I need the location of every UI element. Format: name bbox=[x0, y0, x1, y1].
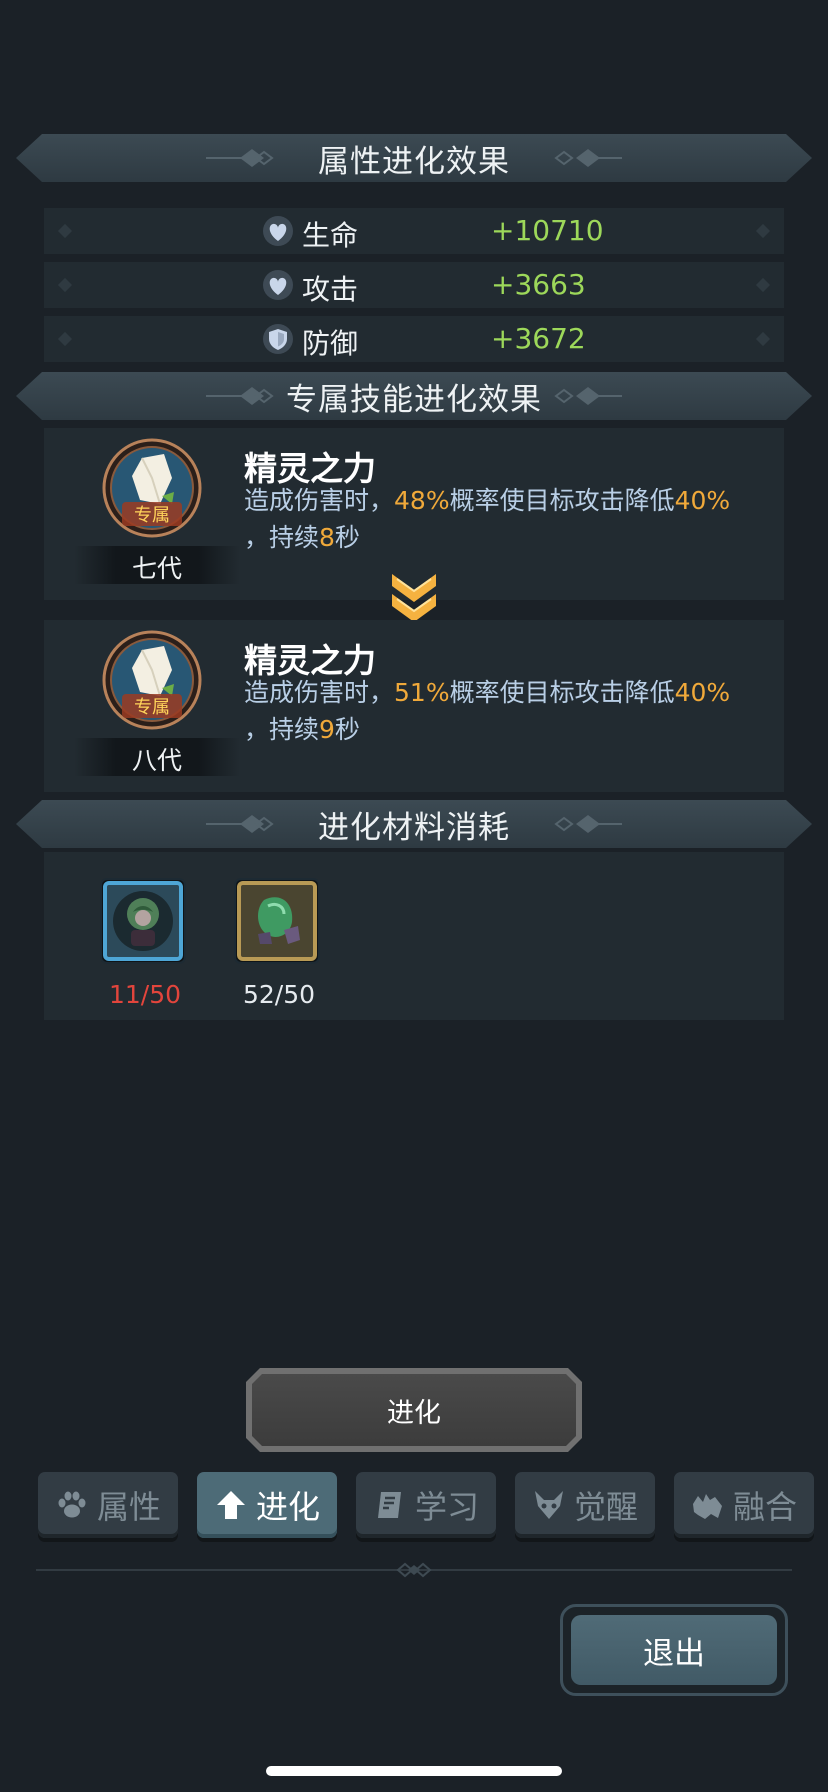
svg-text:专属: 专属 bbox=[134, 505, 170, 526]
heart-icon bbox=[263, 270, 293, 300]
banner-ornament-icon bbox=[552, 146, 622, 170]
row-ornament bbox=[755, 277, 771, 293]
materials-section-title: 进化材料消耗 bbox=[318, 809, 510, 846]
stat-label: 生命 bbox=[302, 219, 359, 252]
stat-value: +3672 bbox=[491, 322, 586, 355]
attribute-section-header: 属性进化效果 bbox=[16, 134, 812, 182]
spirit-power-skill-icon[interactable]: 专属 bbox=[102, 630, 202, 730]
tab-label: 进化 bbox=[255, 1488, 320, 1526]
stat-row-hp: 生命 +10710 bbox=[44, 208, 784, 254]
skill-section-title: 专属技能进化效果 bbox=[286, 381, 542, 418]
skill-duration: 8 bbox=[319, 523, 335, 552]
skill-reduction: 40% bbox=[674, 486, 731, 515]
heart-icon bbox=[263, 216, 293, 246]
banner-ornament-icon bbox=[206, 384, 276, 408]
arrow-up-icon bbox=[216, 1491, 245, 1519]
home-indicator[interactable] bbox=[266, 1766, 562, 1776]
tab-fusion[interactable]: 融合 bbox=[674, 1472, 814, 1538]
tab-label: 融合 bbox=[732, 1488, 797, 1526]
tab-learn[interactable]: 学习 bbox=[356, 1472, 496, 1538]
generation-label-bar: 八代 bbox=[74, 738, 240, 776]
book-icon bbox=[377, 1492, 401, 1518]
materials-panel: 11/50 52/50 bbox=[44, 852, 784, 1020]
stat-row-defense: 防御 +3672 bbox=[44, 316, 784, 362]
shield-icon bbox=[263, 324, 293, 354]
row-ornament bbox=[755, 331, 771, 347]
row-ornament bbox=[57, 223, 73, 239]
horned-mask-icon bbox=[534, 1491, 563, 1519]
row-ornament bbox=[57, 277, 73, 293]
divider-ornament-icon bbox=[396, 1562, 432, 1578]
banner-ornament-icon bbox=[552, 812, 622, 836]
material-count: 11/50 bbox=[108, 980, 182, 1009]
row-ornament bbox=[755, 223, 771, 239]
evolve-button[interactable]: 进化 bbox=[246, 1368, 582, 1452]
tab-label: 学习 bbox=[414, 1488, 479, 1526]
tab-awaken[interactable]: 觉醒 bbox=[515, 1472, 655, 1538]
material-item[interactable]: 11/50 bbox=[100, 878, 190, 1009]
material-count: 52/50 bbox=[242, 980, 316, 1009]
skill-duration: 9 bbox=[319, 715, 335, 744]
skill-reduction: 40% bbox=[674, 678, 731, 707]
attribute-section-title: 属性进化效果 bbox=[318, 143, 510, 180]
skill-chance: 48% bbox=[394, 486, 450, 515]
skill-section-header: 专属技能进化效果 bbox=[16, 372, 812, 420]
spirit-power-skill-icon[interactable]: 专属 bbox=[102, 438, 202, 538]
banner-ornament-icon bbox=[552, 384, 622, 408]
skill-chance: 51% bbox=[394, 678, 450, 707]
fusion-icon bbox=[692, 1494, 722, 1519]
tab-attributes[interactable]: 属性 bbox=[38, 1472, 178, 1538]
exit-button[interactable]: 退出 bbox=[560, 1604, 788, 1696]
tab-evolve[interactable]: 进化 bbox=[197, 1472, 337, 1538]
green-gem-icon[interactable] bbox=[234, 878, 320, 964]
exit-button-label: 退出 bbox=[571, 1615, 777, 1685]
banner-ornament-icon bbox=[206, 812, 276, 836]
stat-label: 攻击 bbox=[302, 273, 359, 306]
materials-section-header: 进化材料消耗 bbox=[16, 800, 812, 848]
generation-label-bar: 七代 bbox=[74, 546, 240, 584]
tab-label: 觉醒 bbox=[573, 1488, 638, 1526]
character-shard-icon[interactable] bbox=[100, 878, 186, 964]
stat-row-attack: 攻击 +3663 bbox=[44, 262, 784, 308]
skill-card-next: 专属 八代 精灵之力 造成伤害时，51%概率使目标攻击降低40% ，持续9秒 bbox=[44, 620, 784, 792]
banner-ornament-icon bbox=[206, 146, 276, 170]
stat-value: +3663 bbox=[491, 268, 586, 301]
double-chevron-down-icon bbox=[392, 574, 436, 622]
skill-generation: 七代 bbox=[131, 554, 182, 583]
skill-description: 造成伤害时，48%概率使目标攻击降低40% ，持续8秒 bbox=[244, 486, 731, 552]
paw-icon bbox=[58, 1491, 86, 1518]
skill-generation: 八代 bbox=[131, 746, 182, 775]
stat-label: 防御 bbox=[302, 327, 359, 360]
svg-text:专属: 专属 bbox=[134, 697, 170, 718]
skill-description: 造成伤害时，51%概率使目标攻击降低40% ，持续9秒 bbox=[244, 678, 731, 744]
stat-value: +10710 bbox=[491, 214, 604, 247]
row-ornament bbox=[57, 331, 73, 347]
tab-label: 属性 bbox=[96, 1488, 161, 1526]
material-item[interactable]: 52/50 bbox=[234, 878, 324, 1009]
evolve-button-label: 进化 bbox=[252, 1374, 576, 1446]
